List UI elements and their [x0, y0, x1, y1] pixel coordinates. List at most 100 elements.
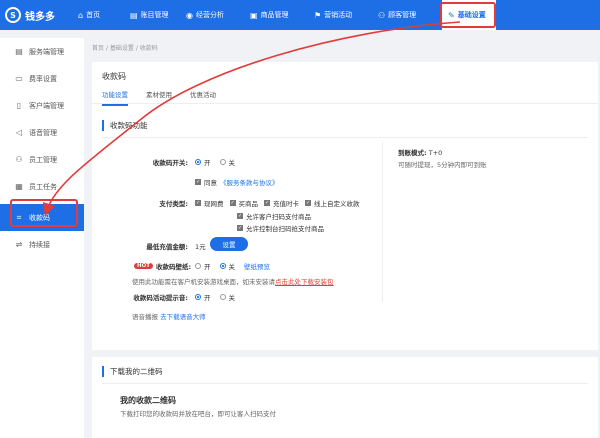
- breadcrumb-home[interactable]: 首页: [92, 45, 104, 52]
- nav-products[interactable]: ▣ 商品管理: [244, 0, 308, 30]
- radio-label: 关: [228, 159, 236, 167]
- box-icon: ▣: [250, 10, 258, 20]
- nav-label: 商品管理: [260, 11, 289, 19]
- voice-download-link[interactable]: 去下载语音大师: [160, 313, 206, 321]
- top-navbar: S 钱多多 ⌂ 首页 ▤ 账目管理 ◉ 经营分析 ▣ 商品管理 ⚑ 营销活动 ⚇ 顾客管理 …: [0, 0, 600, 30]
- breadcrumb-separator: /: [105, 45, 108, 52]
- agree-checkbox[interactable]: ✓: [195, 179, 201, 185]
- sidebar: ▤ 服务端管理 ▭ 费率设置 ▯ 客户端管理 ◁ 语音管理 ⚇ 员工管理 ▦ 员工任务 ⌗ 收…: [0, 38, 84, 438]
- sidebar-qrcode-highlight: [10, 199, 78, 227]
- user-icon: ⚇: [15, 155, 23, 164]
- wallpaper-label-group: HOT 收款码壁纸:: [134, 261, 191, 271]
- section-title: 收款码功能: [102, 120, 148, 131]
- main-nav: ⌂ 首页 ▤ 账目管理 ◉ 经营分析 ▣ 商品管理 ⚑ 营销活动 ⚇ 顾客管理 ✎ 基础设置: [72, 0, 496, 30]
- sidebar-item-label: 员工管理: [29, 155, 57, 164]
- min-amount-label: 最低充值金额:: [146, 243, 188, 251]
- nav-settings-highlight: [440, 2, 496, 28]
- qrcode-subtitle: 下载打印您的收款码并放在吧台，即可让客人扫码支付: [120, 410, 276, 418]
- sidebar-item-server[interactable]: ▤ 服务端管理: [0, 38, 84, 65]
- sidebar-item-label: 费率设置: [29, 74, 57, 83]
- sidebar-item-label: 服务端管理: [29, 47, 64, 56]
- pay-type-label: 支付类型:: [159, 200, 188, 208]
- sidebar-item-staff[interactable]: ⚇ 员工管理: [0, 146, 84, 173]
- nav-label: 经营分析: [195, 11, 224, 19]
- wallpaper-preview-link[interactable]: 壁纸预览: [244, 261, 270, 271]
- device-icon: ▯: [16, 101, 22, 110]
- agree-text: 同意: [204, 179, 217, 187]
- hot-badge: HOT: [134, 263, 154, 269]
- wallpaper-off-radio[interactable]: [219, 263, 226, 269]
- pay-type-checkbox[interactable]: ✓: [264, 200, 270, 206]
- logo-text: 钱多多: [25, 11, 55, 23]
- nav-accounts[interactable]: ▤ 账目管理: [124, 0, 180, 30]
- radio-label: 开: [204, 263, 211, 271]
- console-scan-checkbox[interactable]: ✓: [237, 225, 243, 231]
- home-icon: ⌂: [78, 10, 84, 20]
- section-divider: [102, 137, 588, 138]
- speaker-icon: ◁: [15, 128, 23, 137]
- pay-type-checkbox[interactable]: ✓: [229, 200, 236, 206]
- checkbox-label: 允许客户扫码支付商品: [246, 213, 311, 221]
- nav-analysis[interactable]: ◉ 经营分析: [180, 0, 244, 30]
- switch-options: 开 关: [195, 157, 235, 167]
- checkbox-label: 线上自定义收款: [314, 200, 360, 208]
- flag-icon: ⚑: [314, 10, 322, 20]
- checkbox-label: 买商品: [238, 200, 259, 208]
- sidebar-item-label: 语音管理: [29, 128, 57, 137]
- switch-on-radio[interactable]: [195, 159, 201, 165]
- exchange-icon: ⇌: [15, 240, 23, 249]
- terms-link[interactable]: 《服务条款与协议》: [220, 177, 279, 187]
- breadcrumb-current: 收款码: [139, 45, 158, 52]
- nav-home[interactable]: ⌂ 首页: [72, 0, 124, 30]
- wallpaper-on-radio[interactable]: [195, 263, 201, 269]
- task-icon: ▦: [15, 182, 23, 191]
- column-divider: [382, 142, 383, 302]
- users-icon: ⚇: [378, 10, 386, 20]
- voice-text: 语音播报: [132, 313, 158, 321]
- sidebar-item-tasks[interactable]: ▦ 员工任务: [0, 173, 84, 200]
- qrcode-section-title: 下载我的二维码: [102, 366, 163, 377]
- prompt-label: 收款码活动提示音:: [133, 294, 188, 302]
- note-text: 使用此功能需在客户机安装游戏桌面，如未安装请: [132, 278, 275, 286]
- pay-type-checkbox[interactable]: ✓: [305, 200, 311, 206]
- nav-customers[interactable]: ⚇ 顾客管理: [372, 0, 438, 30]
- pin-icon: ◉: [186, 10, 193, 20]
- switch-off-radio[interactable]: [219, 159, 226, 165]
- wallpaper-note: 使用此功能需在客户机安装游戏桌面，如未安装请点击此处下载安装包: [132, 276, 334, 286]
- customer-scan-checkbox[interactable]: ✓: [237, 213, 243, 219]
- sidebar-item-connect[interactable]: ⇌ 持续接: [0, 231, 84, 258]
- ledger-icon: ▤: [130, 10, 138, 20]
- download-package-link[interactable]: 点击此处下载安装包: [275, 278, 334, 286]
- prompt-on-radio[interactable]: [195, 294, 201, 300]
- prompt-off-radio[interactable]: [219, 294, 226, 300]
- app-logo[interactable]: S 钱多多: [5, 7, 55, 23]
- radio-label: 开: [204, 294, 211, 302]
- nav-label: 顾客管理: [388, 11, 417, 19]
- checkbox-label: 充值时卡: [273, 200, 299, 208]
- min-amount-value: 1元: [195, 243, 206, 251]
- breadcrumb-settings[interactable]: 基础设置: [110, 45, 134, 52]
- switch-label: 收款码开关:: [152, 159, 188, 167]
- tabs-divider: [92, 103, 598, 104]
- qrcode-title: 我的收款二维码: [120, 396, 176, 405]
- sidebar-item-rate[interactable]: ▭ 费率设置: [0, 65, 84, 92]
- extra-option-1: ✓ 允许客户扫码支付商品: [237, 211, 311, 221]
- nav-marketing[interactable]: ⚑ 营销活动: [308, 0, 372, 30]
- settle-mode-label: 到账模式:: [398, 149, 427, 157]
- settle-mode-desc: 可随时提现，5分钟内即可到账: [398, 161, 487, 169]
- pay-type-checkbox[interactable]: ✓: [195, 200, 201, 206]
- extra-option-2: ✓ 允许控制台扫码抢支付商品: [237, 223, 324, 233]
- settle-mode-value: T+0: [428, 149, 443, 157]
- breadcrumb-separator: /: [135, 45, 138, 52]
- page-title: 收款码: [102, 72, 126, 81]
- qrcode-divider: [102, 383, 588, 384]
- logo-icon: S: [5, 7, 21, 23]
- set-amount-button[interactable]: 设置: [210, 237, 248, 251]
- settle-mode: 到账模式: T+0: [398, 147, 442, 157]
- qrcode-panel: 下载我的二维码 我的收款二维码 下载打印您的收款码并放在吧台，即可让客人扫码支付: [92, 357, 598, 438]
- checkbox-label: 现网费: [204, 200, 224, 208]
- sidebar-item-voice[interactable]: ◁ 语音管理: [0, 119, 84, 146]
- sidebar-item-client[interactable]: ▯ 客户端管理: [0, 92, 84, 119]
- sidebar-item-label: 客户端管理: [29, 101, 64, 110]
- voice-row: 语音播报 去下载语音大师: [132, 311, 206, 321]
